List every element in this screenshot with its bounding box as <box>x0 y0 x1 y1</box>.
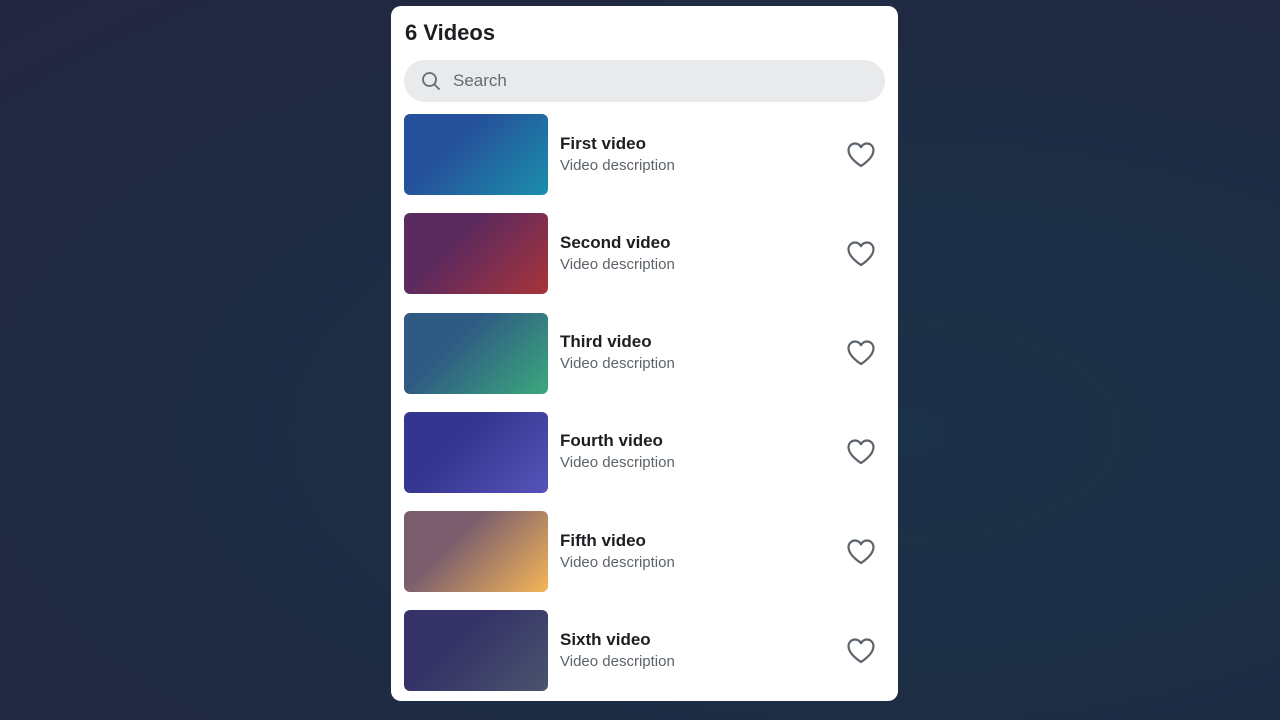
video-thumbnail[interactable] <box>404 312 548 394</box>
page-title: 6 Videos <box>405 20 496 45</box>
video-title: Fifth video <box>560 530 646 550</box>
video-item[interactable]: Second video Video description <box>404 213 885 295</box>
video-description: Video description <box>560 355 675 373</box>
video-description: Video description <box>560 156 675 174</box>
heart-outline-icon[interactable] <box>845 536 877 568</box>
video-description: Video description <box>560 454 675 472</box>
video-item[interactable]: First video Video description <box>404 114 885 195</box>
search-input[interactable] <box>453 71 833 91</box>
video-item[interactable]: Fourth video Video description <box>404 411 885 493</box>
video-thumbnail[interactable] <box>404 411 548 493</box>
heart-outline-icon[interactable] <box>845 337 877 369</box>
video-list-panel: 6 Videos First video Video description S… <box>391 6 898 701</box>
heart-outline-icon[interactable] <box>845 436 877 468</box>
search-bar[interactable] <box>404 60 885 102</box>
video-description: Video description <box>560 255 675 273</box>
heart-outline-icon[interactable] <box>845 635 877 667</box>
video-thumbnail[interactable] <box>404 610 548 692</box>
video-title: First video <box>560 133 646 153</box>
video-thumbnail[interactable] <box>404 114 548 195</box>
video-item[interactable]: Fifth video Video description <box>404 511 885 593</box>
video-title: Sixth video <box>560 629 651 649</box>
video-description: Video description <box>560 652 675 670</box>
video-description: Video description <box>560 553 675 571</box>
video-thumbnail[interactable] <box>404 213 548 295</box>
video-thumbnail[interactable] <box>404 511 548 593</box>
video-title: Third video <box>560 332 652 352</box>
heart-outline-icon[interactable] <box>845 238 877 270</box>
video-item[interactable]: Sixth video Video description <box>404 610 885 692</box>
video-title: Fourth video <box>560 431 663 451</box>
heart-outline-icon[interactable] <box>845 139 877 171</box>
search-icon <box>421 71 441 91</box>
video-title: Second video <box>560 232 671 252</box>
video-list: First video Video description Second vid… <box>404 114 885 701</box>
video-item[interactable]: Third video Video description <box>404 312 885 394</box>
